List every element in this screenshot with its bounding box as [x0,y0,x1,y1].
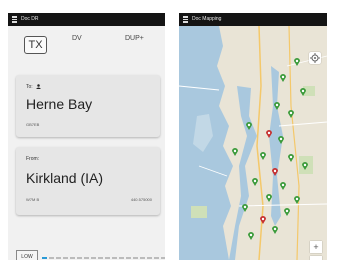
destination-callsign: GB7EB [26,122,40,127]
repeater-marker-icon[interactable] [266,194,272,202]
dr-mode-screen: Doc DR TX DV DUP+ To: Herne Bay GB7EB Fr… [8,13,165,260]
map-view[interactable]: + − [179,26,327,260]
from-label: From: [26,156,40,162]
repeater-marker-icon[interactable] [280,74,286,82]
power-level-segment [63,257,68,259]
repeater-marker-icon[interactable] [294,196,300,204]
repeater-marker-icon[interactable] [272,168,278,176]
person-icon [36,84,42,90]
zoom-out-button[interactable]: − [310,256,322,260]
repeater-marker-icon[interactable] [278,136,284,144]
repeater-marker-icon[interactable] [274,102,280,110]
power-level-segment [119,257,124,259]
repeater-marker-icon[interactable] [300,88,306,96]
power-level-segment [105,257,110,259]
status-bar: Doc Mapping [179,13,327,26]
map-canvas[interactable] [179,26,327,260]
power-level-segment [147,257,152,259]
repeater-marker-icon[interactable] [252,178,258,186]
repeater-name: Kirkland (IA) [26,170,104,186]
power-level-segment [154,257,159,259]
mode-dup-label[interactable]: DUP+ [125,35,144,42]
repeater-marker-icon[interactable] [246,122,252,130]
repeater-marker-icon[interactable] [288,154,294,162]
repeater-marker-icon[interactable] [294,58,300,66]
tx-button[interactable]: TX [24,36,47,54]
power-level-segment [126,257,131,259]
crosshair-icon [310,53,320,63]
status-bar: Doc DR [8,13,165,26]
power-level-segment [49,257,54,259]
power-level-segment [91,257,96,259]
power-level-segment [112,257,117,259]
repeater-marker-icon[interactable] [266,130,272,138]
menu-icon[interactable] [12,16,17,23]
destination-name: Herne Bay [26,96,93,112]
to-card[interactable]: To: Herne Bay GB7EB [16,75,160,137]
from-card[interactable]: From: Kirkland (IA) W7M B 440.575000 [16,147,160,215]
menu-icon[interactable] [183,16,188,23]
power-level-segment [98,257,103,259]
power-level-segment [70,257,75,259]
repeater-marker-icon[interactable] [260,216,266,224]
mode-dv-label[interactable]: DV [72,35,82,42]
repeater-marker-icon[interactable] [284,208,290,216]
repeater-marker-icon[interactable] [242,204,248,212]
power-level-segment [161,257,165,259]
app-title: Doc Mapping [192,16,222,22]
repeater-marker-icon[interactable] [288,110,294,118]
repeater-marker-icon[interactable] [302,162,308,170]
repeater-callsign: W7M B [26,197,40,202]
mapping-screen: Doc Mapping + [179,13,327,260]
power-level-segment [56,257,61,259]
app-title: Doc DR [21,16,39,22]
power-level-segment [42,257,47,259]
repeater-marker-icon[interactable] [232,148,238,156]
power-level-segment [84,257,89,259]
zoom-in-button[interactable]: + [310,241,322,253]
repeater-marker-icon[interactable] [280,182,286,190]
repeater-marker-icon[interactable] [260,152,266,160]
power-level-segment [140,257,145,259]
power-level-segment [133,257,138,259]
power-level-segment [77,257,82,259]
to-label: To: [26,84,42,90]
repeater-marker-icon[interactable] [248,232,254,240]
repeater-marker-icon[interactable] [272,226,278,234]
my-location-icon[interactable] [309,52,321,64]
repeater-frequency: 440.575000 [130,197,152,202]
low-power-button[interactable]: LOW [16,250,38,260]
